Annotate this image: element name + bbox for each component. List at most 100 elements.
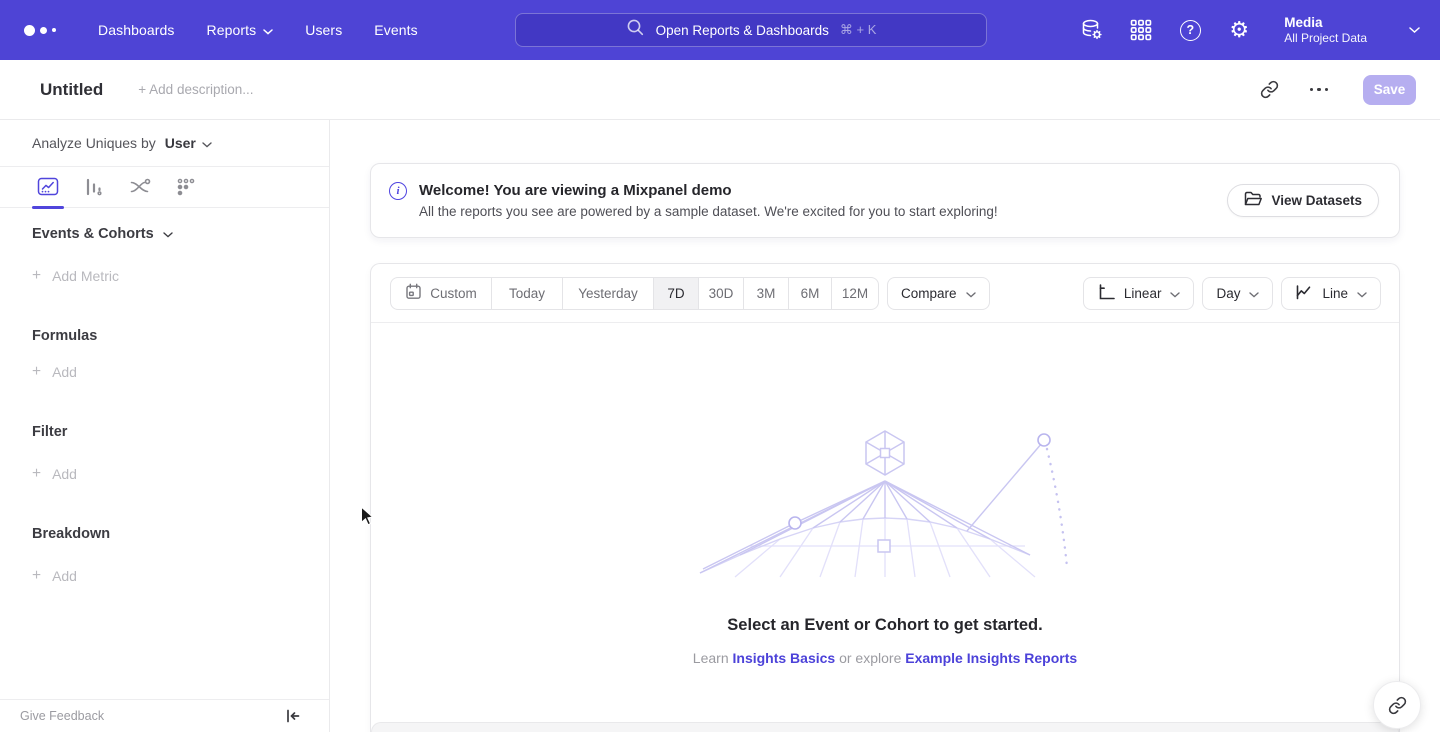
add-formula-button[interactable]: + Add — [0, 362, 329, 382]
help-glyph: ? — [1180, 20, 1201, 41]
add-filter-label: Add — [52, 466, 77, 482]
add-filter-button[interactable]: + Add — [0, 464, 329, 484]
add-formula-label: Add — [52, 364, 77, 380]
section-breakdown: Breakdown — [0, 524, 329, 544]
chevron-down-icon — [1409, 21, 1420, 39]
primary-nav: Dashboards Reports Users Events — [82, 0, 434, 60]
global-search-input[interactable]: Open Reports & Dashboards ⌘ + K — [515, 13, 987, 47]
project-names: Media All Project Data — [1284, 14, 1367, 46]
chevron-down-icon — [1249, 286, 1259, 301]
add-metric-label: Add Metric — [52, 268, 119, 284]
scale-dropdown[interactable]: Linear — [1083, 277, 1195, 310]
nav-reports-label: Reports — [207, 22, 257, 38]
collapse-sidebar-icon[interactable] — [285, 708, 301, 724]
chevron-down-icon — [202, 135, 212, 151]
chevron-down-icon — [1170, 286, 1180, 301]
project-name: Media — [1284, 14, 1367, 31]
plus-icon: + — [32, 267, 41, 285]
range-7d-selected[interactable]: 7D — [653, 277, 699, 310]
banner-text: Welcome! You are viewing a Mixpanel demo… — [419, 182, 998, 219]
insights-basics-link[interactable]: Insights Basics — [733, 650, 836, 666]
range-6m[interactable]: 6M — [788, 277, 832, 310]
save-button[interactable]: Save — [1363, 75, 1416, 105]
empty-links-prefix: Learn — [693, 650, 729, 666]
chart-type-dropdown[interactable]: Line — [1281, 277, 1381, 310]
analyze-by-dropdown[interactable]: User — [165, 135, 212, 151]
banner-subtitle: All the reports you see are powered by a… — [419, 204, 998, 219]
data-management-icon[interactable] — [1080, 18, 1104, 42]
nav-users[interactable]: Users — [289, 0, 358, 60]
section-events-cohorts[interactable]: Events & Cohorts — [0, 224, 329, 244]
line-chart-icon — [1295, 283, 1313, 304]
add-breakdown-label: Add — [52, 568, 77, 584]
chevron-down-icon — [966, 286, 976, 301]
range-custom[interactable]: Custom — [390, 277, 492, 310]
empty-links-middle: or explore — [839, 650, 901, 666]
range-today[interactable]: Today — [491, 277, 563, 310]
analyze-row: Analyze Uniques by User — [0, 120, 329, 166]
report-title[interactable]: Untitled — [40, 80, 103, 100]
nav-reports[interactable]: Reports — [191, 0, 290, 60]
banner-title: Welcome! You are viewing a Mixpanel demo — [419, 182, 998, 199]
view-datasets-label: View Datasets — [1271, 193, 1362, 208]
plus-icon: + — [32, 567, 41, 585]
mixpanel-logo-icon[interactable] — [24, 25, 56, 36]
floating-copy-link-button[interactable] — [1373, 681, 1421, 729]
sidebar-footer: Give Feedback — [0, 699, 329, 732]
report-title-bar: Untitled + Add description... Save — [0, 60, 1440, 120]
add-breakdown-button[interactable]: + Add — [0, 566, 329, 586]
interval-dropdown[interactable]: Day — [1202, 277, 1273, 310]
tab-flow-icon[interactable] — [117, 166, 163, 208]
section-formulas: Formulas — [0, 326, 329, 346]
range-custom-label: Custom — [430, 286, 477, 301]
range-3m[interactable]: 3M — [743, 277, 789, 310]
view-datasets-button[interactable]: View Datasets — [1227, 184, 1379, 217]
scale-label: Linear — [1124, 286, 1162, 301]
top-nav-right: ? ⚙ Media All Project Data — [1080, 0, 1420, 60]
apps-grid-icon[interactable] — [1129, 18, 1153, 42]
empty-state-illustration — [695, 427, 1075, 584]
search-placeholder: Open Reports & Dashboards — [656, 23, 829, 38]
title-bar-actions: Save — [1257, 75, 1416, 105]
tab-bar-chart-icon[interactable] — [71, 166, 117, 208]
chart-type-label: Line — [1322, 286, 1348, 301]
welcome-banner: i Welcome! You are viewing a Mixpanel de… — [370, 163, 1400, 238]
example-insights-reports-link[interactable]: Example Insights Reports — [905, 650, 1077, 666]
nav-events[interactable]: Events — [358, 0, 433, 60]
tab-insights-icon[interactable] — [25, 166, 71, 208]
range-12m[interactable]: 12M — [831, 277, 879, 310]
plus-icon: + — [32, 465, 41, 483]
empty-state-links: Learn Insights Basics or explore Example… — [371, 650, 1399, 666]
info-icon: i — [389, 182, 407, 200]
add-description-field[interactable]: + Add description... — [138, 82, 253, 97]
visualization-tabs — [0, 166, 329, 208]
range-yesterday[interactable]: Yesterday — [562, 277, 654, 310]
chevron-down-icon — [163, 226, 173, 242]
help-icon[interactable]: ? — [1178, 18, 1202, 42]
mixpanel-app: Dashboards Reports Users Events Open Rep… — [0, 0, 1440, 732]
range-30d[interactable]: 30D — [698, 277, 744, 310]
project-subtitle: All Project Data — [1284, 31, 1367, 46]
interval-label: Day — [1216, 286, 1240, 301]
settings-gear-icon[interactable]: ⚙ — [1227, 18, 1251, 42]
analyze-by-value: User — [165, 135, 196, 151]
top-nav: Dashboards Reports Users Events Open Rep… — [0, 0, 1440, 60]
analyze-label: Analyze Uniques by — [32, 135, 156, 151]
give-feedback-link[interactable]: Give Feedback — [20, 709, 104, 723]
report-controls: Custom Today Yesterday 7D 30D 3M 6M 12M … — [371, 264, 1399, 323]
chart-display-controls: Linear Day Line — [1083, 277, 1381, 310]
gear-glyph: ⚙ — [1229, 19, 1249, 41]
plus-icon: + — [32, 363, 41, 381]
report-bottom-panel-edge — [371, 722, 1399, 732]
search-icon — [626, 18, 645, 42]
compare-dropdown[interactable]: Compare — [887, 277, 990, 310]
chevron-down-icon — [263, 22, 273, 38]
project-switcher[interactable]: Media All Project Data — [1284, 14, 1420, 46]
more-options-icon[interactable] — [1307, 78, 1331, 102]
calendar-icon — [405, 283, 422, 303]
chevron-down-icon — [1357, 286, 1367, 301]
add-metric-button[interactable]: + Add Metric — [0, 266, 329, 286]
nav-dashboards[interactable]: Dashboards — [82, 0, 191, 60]
tab-scatter-icon[interactable] — [163, 166, 209, 208]
copy-link-icon[interactable] — [1257, 78, 1281, 102]
